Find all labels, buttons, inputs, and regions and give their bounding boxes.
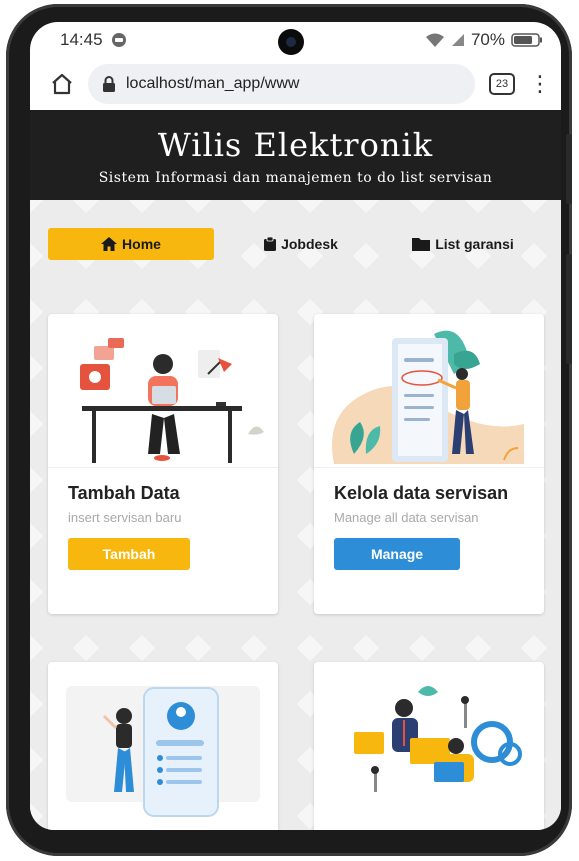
manage-button[interactable]: Manage — [334, 538, 460, 571]
wifi-icon — [425, 33, 444, 47]
card-subtitle: Manage all data servisan — [334, 510, 479, 526]
battery-percent: 70% — [470, 30, 505, 49]
tambah-button[interactable]: Tambah — [68, 538, 190, 571]
app-subtitle: Sistem Informasi dan manajemen to do lis… — [98, 170, 493, 186]
tab-switcher-button[interactable]: 23 — [489, 73, 515, 95]
volume-button — [566, 134, 572, 204]
app-title: Wilis Elektronik — [157, 126, 434, 164]
workspace-illustration — [48, 314, 278, 468]
browser-home-icon[interactable] — [50, 72, 74, 96]
power-button — [566, 254, 572, 364]
profile-illustration — [48, 662, 278, 830]
tab-count: 23 — [495, 78, 509, 90]
clipboard-icon — [264, 237, 277, 251]
card-subtitle: insert servisan baru — [68, 510, 182, 526]
nav-jobdesk[interactable]: Jobdesk — [226, 228, 376, 260]
battery-icon — [511, 33, 542, 47]
nav-home[interactable]: Home — [48, 228, 214, 260]
nav-garansi-label: List garansi — [435, 236, 514, 252]
card-garansi — [314, 662, 544, 830]
card-kelola-data: Kelola data servisan Manage all data ser… — [314, 314, 544, 614]
card-grid: Tambah Data insert servisan baru Tambah — [48, 314, 544, 830]
phone-frame: 14:45 70% localhost/man_app/www 23 ⋮ Wil… — [6, 4, 572, 856]
nav-home-label: Home — [122, 236, 161, 252]
front-camera — [278, 29, 304, 55]
menu-dots-icon[interactable]: ⋮ — [529, 73, 551, 95]
url-text: localhost/man_app/www — [126, 75, 300, 92]
status-time: 14:45 — [60, 30, 103, 49]
card-title: Kelola data servisan — [334, 483, 509, 503]
team-illustration — [314, 662, 544, 830]
nav-list-garansi[interactable]: List garansi — [388, 228, 538, 260]
app-header: Wilis Elektronik Sistem Informasi dan ma… — [30, 110, 561, 200]
card-title: Tambah Data — [68, 483, 180, 503]
notification-icon — [111, 33, 126, 47]
card-tambah-data: Tambah Data insert servisan baru Tambah — [48, 314, 278, 614]
main-nav: Home Jobdesk List garansi — [30, 200, 561, 260]
document-illustration — [314, 314, 544, 468]
signal-icon — [451, 34, 464, 46]
folder-icon — [412, 238, 431, 251]
main-content: Home Jobdesk List garansi Tambah Data in… — [30, 200, 561, 830]
phone-screen: 14:45 70% localhost/man_app/www 23 ⋮ Wil… — [30, 22, 561, 830]
address-bar[interactable]: localhost/man_app/www — [88, 64, 475, 104]
home-icon — [101, 237, 118, 251]
browser-toolbar: localhost/man_app/www 23 ⋮ — [30, 58, 561, 110]
nav-jobdesk-label: Jobdesk — [281, 236, 338, 252]
card-jobdesk — [48, 662, 278, 830]
lock-icon — [103, 76, 115, 92]
